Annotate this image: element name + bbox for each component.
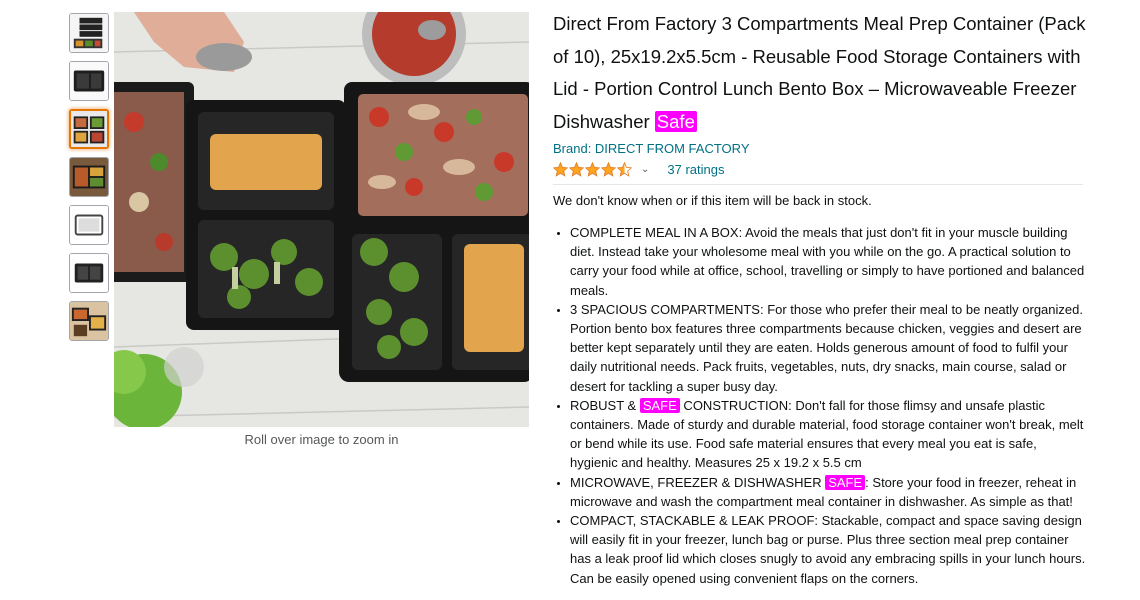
food-tray-icon xyxy=(70,158,108,196)
kitchen-scene-icon xyxy=(70,302,108,340)
feature-bullet: COMPLETE MEAL IN A BOX: Avoid the meals … xyxy=(570,223,1088,300)
feature-bullet: MICROWAVE, FREEZER & DISHWASHER SAFE: St… xyxy=(570,473,1088,511)
thumbnail-6[interactable] xyxy=(69,253,109,293)
chevron-down-icon[interactable]: ⌄ xyxy=(641,164,649,175)
meal-prep-photo xyxy=(114,12,529,427)
thumbnail-2[interactable] xyxy=(69,61,109,101)
divider xyxy=(553,184,1083,185)
star-icon xyxy=(553,161,568,177)
bullet-text: COMPLETE MEAL IN A BOX: Avoid the meals … xyxy=(570,225,1085,298)
bullet-text: MICROWAVE, FREEZER & DISHWASHER xyxy=(570,474,826,490)
star-rating[interactable] xyxy=(553,161,633,177)
lid-icon xyxy=(70,206,108,244)
empty-container-icon xyxy=(70,254,108,292)
thumbnail-7[interactable] xyxy=(69,301,109,341)
star-icon xyxy=(585,161,600,177)
feature-bullet: 3 SPACIOUS COMPARTMENTS: For those who p… xyxy=(570,300,1088,396)
meal-prep-icon xyxy=(71,111,107,147)
feature-bullet: COMPACT, STACKABLE & LEAK PROOF: Stackab… xyxy=(570,511,1088,588)
star-icon xyxy=(569,161,584,177)
brand-link[interactable]: Brand: DIRECT FROM FACTORY xyxy=(553,140,750,157)
title-highlight: Safe xyxy=(654,110,697,132)
ratings-count-link[interactable]: 37 ratings xyxy=(667,162,724,177)
product-details: Direct From Factory 3 Compartments Meal … xyxy=(553,8,1088,588)
bullet-text: COMPACT, STACKABLE & LEAK PROOF: Stackab… xyxy=(570,513,1086,586)
product-title: Direct From Factory 3 Compartments Meal … xyxy=(553,8,1088,138)
zoom-hint-text: Roll over image to zoom in xyxy=(244,432,399,447)
main-product-image[interactable] xyxy=(114,12,529,427)
rating-row: ⌄ 37 ratings xyxy=(553,160,1088,178)
thumbnail-1[interactable] xyxy=(69,13,109,53)
star-icon xyxy=(601,161,616,177)
thumbnail-5[interactable] xyxy=(69,205,109,245)
bullet-text: ROBUST & xyxy=(570,397,640,413)
bullet-highlight: SAFE xyxy=(639,397,680,413)
bullet-highlight: SAFE xyxy=(825,474,866,490)
product-title-text: Direct From Factory 3 Compartments Meal … xyxy=(553,13,1086,132)
feature-bullets: COMPLETE MEAL IN A BOX: Avoid the meals … xyxy=(553,223,1088,588)
thumbnail-strip xyxy=(69,13,111,349)
thumbnail-4[interactable] xyxy=(69,157,109,197)
thumbnail-3-selected[interactable] xyxy=(69,109,109,149)
star-icon xyxy=(617,161,632,177)
stacked-containers-icon xyxy=(70,14,108,52)
bullet-text: 3 SPACIOUS COMPARTMENTS: For those who p… xyxy=(570,301,1083,394)
two-compartment-icon xyxy=(70,62,108,100)
feature-bullet: ROBUST & SAFE CONSTRUCTION: Don't fall f… xyxy=(570,396,1088,473)
availability-text: We don't know when or if this item will … xyxy=(553,193,872,208)
